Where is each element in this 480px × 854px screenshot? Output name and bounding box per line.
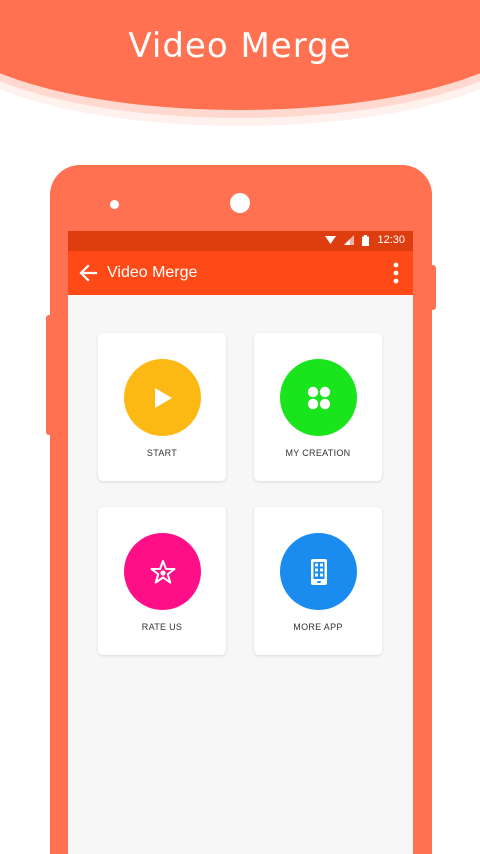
promo-screen: Video Merge 12:30 Video Merge START MY C… <box>0 0 480 854</box>
grid-icon <box>307 386 330 409</box>
more-app-circle <box>280 533 357 610</box>
more-app-label: MORE APP <box>293 622 343 632</box>
start-circle <box>124 359 201 436</box>
play-icon <box>154 387 172 408</box>
banner-title: Video Merge <box>128 26 352 66</box>
status-time: 12:30 <box>377 234 405 246</box>
phone-icon <box>310 558 327 585</box>
start-button[interactable]: START <box>98 333 226 481</box>
back-arrow-icon[interactable] <box>78 263 98 283</box>
app-bar-title: Video Merge <box>107 264 198 281</box>
more-app-button[interactable]: MORE APP <box>254 507 382 655</box>
wifi-icon <box>325 236 337 244</box>
app-bar: Video Merge <box>68 251 413 295</box>
rate-us-circle <box>124 533 201 610</box>
status-bar: 12:30 <box>68 231 413 251</box>
my-creation-button[interactable]: MY CREATION <box>254 333 382 481</box>
my-creation-label: MY CREATION <box>285 448 351 458</box>
start-label: START <box>146 448 178 458</box>
battery-icon <box>362 234 370 246</box>
phone-screen: 12:30 Video Merge START MY CREATION RATE… <box>68 231 413 854</box>
my-creation-circle <box>280 359 357 436</box>
phone-speaker <box>110 200 119 209</box>
overflow-menu-icon[interactable] <box>393 262 399 284</box>
signal-icon <box>344 235 355 245</box>
phone-camera <box>230 193 250 213</box>
rate-us-label: RATE US <box>141 622 183 632</box>
star-icon <box>150 559 175 583</box>
rate-us-button[interactable]: RATE US <box>98 507 226 655</box>
